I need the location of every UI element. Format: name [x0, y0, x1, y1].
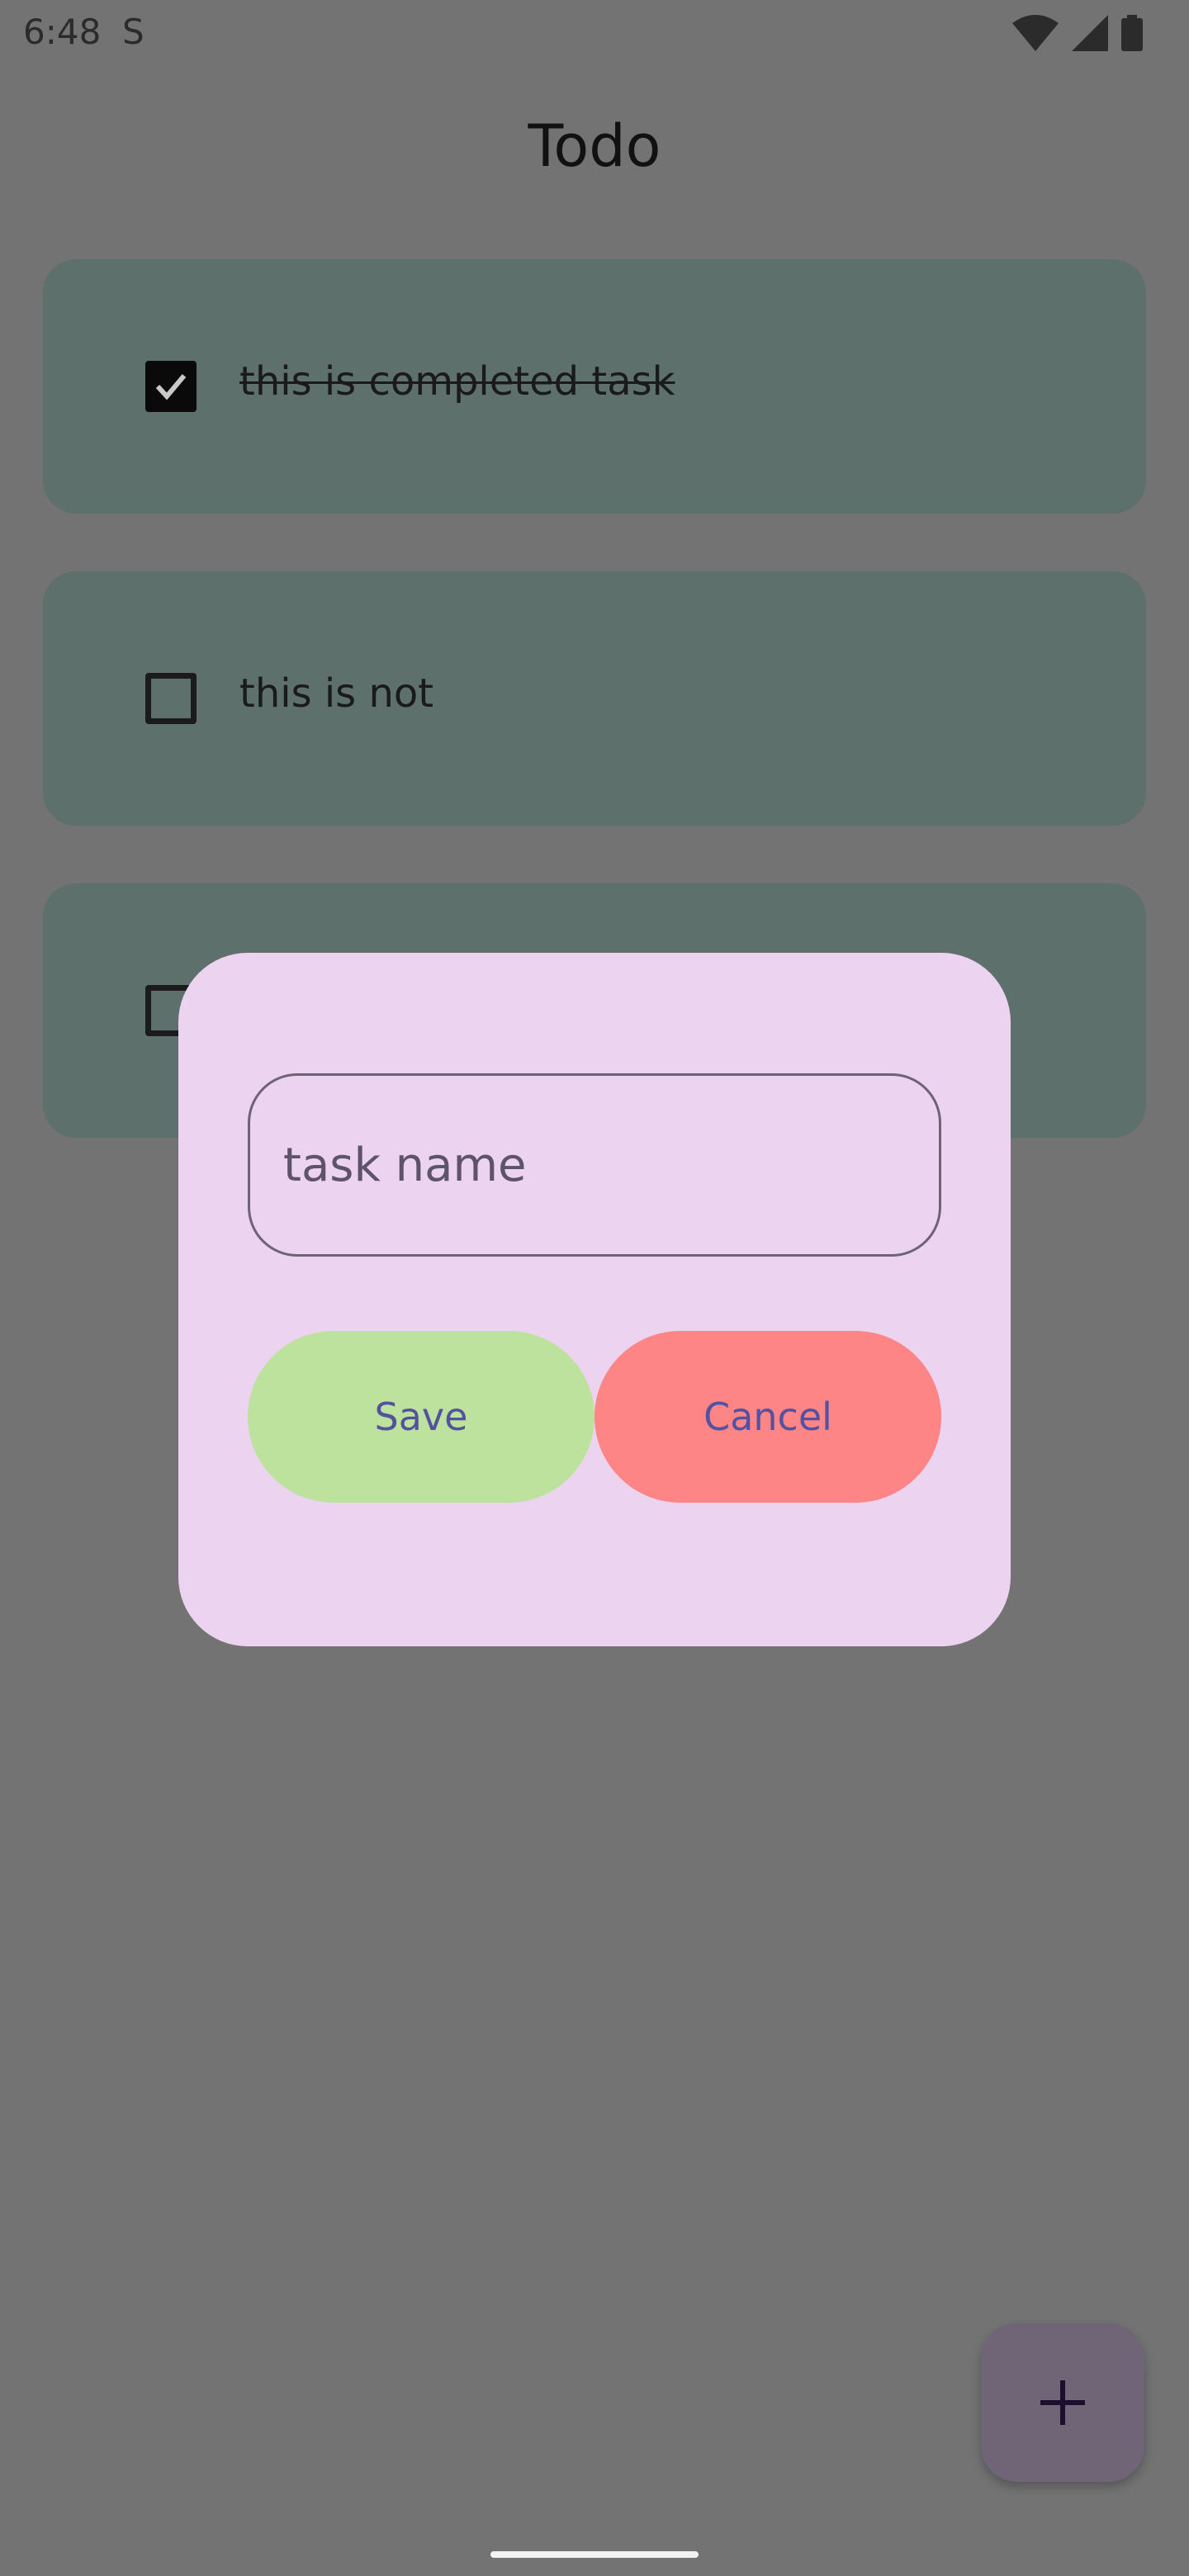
app-indicator-icon: S [122, 12, 144, 52]
task-card: this is completed task [43, 259, 1146, 514]
task-card: this is not [43, 571, 1146, 826]
task-label: this is completed task [239, 358, 675, 405]
cancel-button[interactable]: Cancel [594, 1331, 941, 1503]
task-label: this is not [239, 670, 434, 717]
new-task-dialog: Save Cancel [178, 953, 1011, 1646]
wifi-icon [1012, 15, 1059, 51]
task-checkbox-checked[interactable] [145, 361, 197, 412]
navigation-handle[interactable] [490, 2551, 699, 2558]
task-name-input[interactable] [248, 1073, 941, 1257]
status-time: 6:48 [23, 12, 102, 52]
status-bar: 6:48 S [0, 0, 1189, 69]
add-task-button[interactable] [981, 2323, 1144, 2482]
signal-icon [1072, 15, 1108, 51]
battery-icon [1121, 15, 1143, 51]
check-icon [155, 374, 187, 400]
save-button[interactable]: Save [248, 1331, 594, 1503]
page-title: Todo [528, 112, 661, 180]
plus-icon [1040, 2380, 1085, 2425]
task-checkbox[interactable] [145, 673, 197, 724]
status-icons [1012, 15, 1143, 51]
